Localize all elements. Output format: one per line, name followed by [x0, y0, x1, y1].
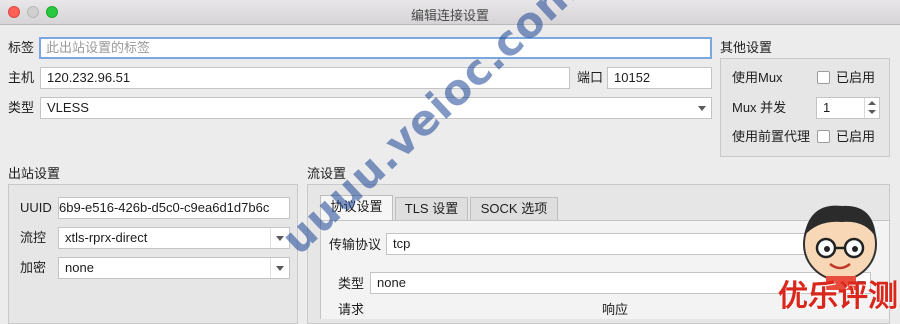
uuid-label: UUID	[20, 200, 52, 215]
request-label: 请求	[338, 302, 365, 317]
flow-value: xtls-rprx-direct	[65, 230, 148, 245]
port-label: 端口	[577, 70, 604, 85]
other-settings-group: 使用Mux 已启用 Mux 并发 1 使用前置代理 已启用	[720, 58, 890, 157]
header-type-value: none	[377, 275, 406, 290]
chevron-down-icon	[693, 98, 711, 118]
mux-label: 使用Mux	[732, 70, 783, 85]
proxy-enabled-label: 已启用	[836, 129, 876, 144]
title-bar: 编辑连接设置	[0, 0, 900, 25]
mux-concurrency-value: 1	[823, 100, 831, 115]
tag-placeholder: 此出站设置的标签	[46, 40, 151, 55]
other-settings-title: 其他设置	[720, 40, 773, 55]
outbound-settings-title: 出站设置	[8, 166, 61, 181]
host-label: 主机	[8, 70, 35, 85]
encryption-select[interactable]: none	[58, 257, 290, 279]
type-label: 类型	[8, 100, 35, 115]
encryption-value: none	[65, 260, 94, 275]
header-type-label: 类型	[338, 276, 365, 291]
mux-concurrency-label: Mux 并发	[732, 100, 787, 115]
tag-label: 标签	[8, 40, 35, 55]
type-select[interactable]: VLESS	[40, 97, 712, 119]
uuid-input[interactable]: 6b9-e516-426b-d5c0-c9ea6d1d7b6c	[58, 197, 290, 219]
mux-concurrency-spinbox[interactable]: 1	[816, 97, 880, 119]
tab-sock-options[interactable]: SOCK 选项	[470, 197, 558, 221]
encryption-label: 加密	[20, 260, 47, 275]
response-label: 响应	[602, 302, 629, 317]
proxy-label: 使用前置代理	[732, 129, 811, 144]
tab-tls[interactable]: TLS 设置	[395, 197, 468, 221]
badge-text: 优乐评测网	[778, 279, 900, 314]
outbound-settings-group: UUID 6b9-e516-426b-d5c0-c9ea6d1d7b6c 流控 …	[8, 184, 298, 324]
transport-value: tcp	[393, 236, 411, 251]
port-input[interactable]: 10152	[607, 67, 712, 89]
transport-label: 传输协议	[329, 237, 382, 252]
mux-checkbox[interactable]	[817, 71, 830, 84]
proxy-checkbox[interactable]	[817, 130, 830, 143]
flow-select[interactable]: xtls-rprx-direct	[58, 227, 290, 249]
spin-buttons	[864, 98, 879, 118]
type-value: VLESS	[47, 100, 89, 115]
chevron-down-icon	[270, 258, 289, 278]
flow-label: 流控	[20, 230, 47, 245]
mux-enabled-label: 已启用	[836, 70, 876, 85]
tag-input[interactable]: 此出站设置的标签	[39, 37, 712, 59]
window-title: 编辑连接设置	[410, 8, 489, 23]
